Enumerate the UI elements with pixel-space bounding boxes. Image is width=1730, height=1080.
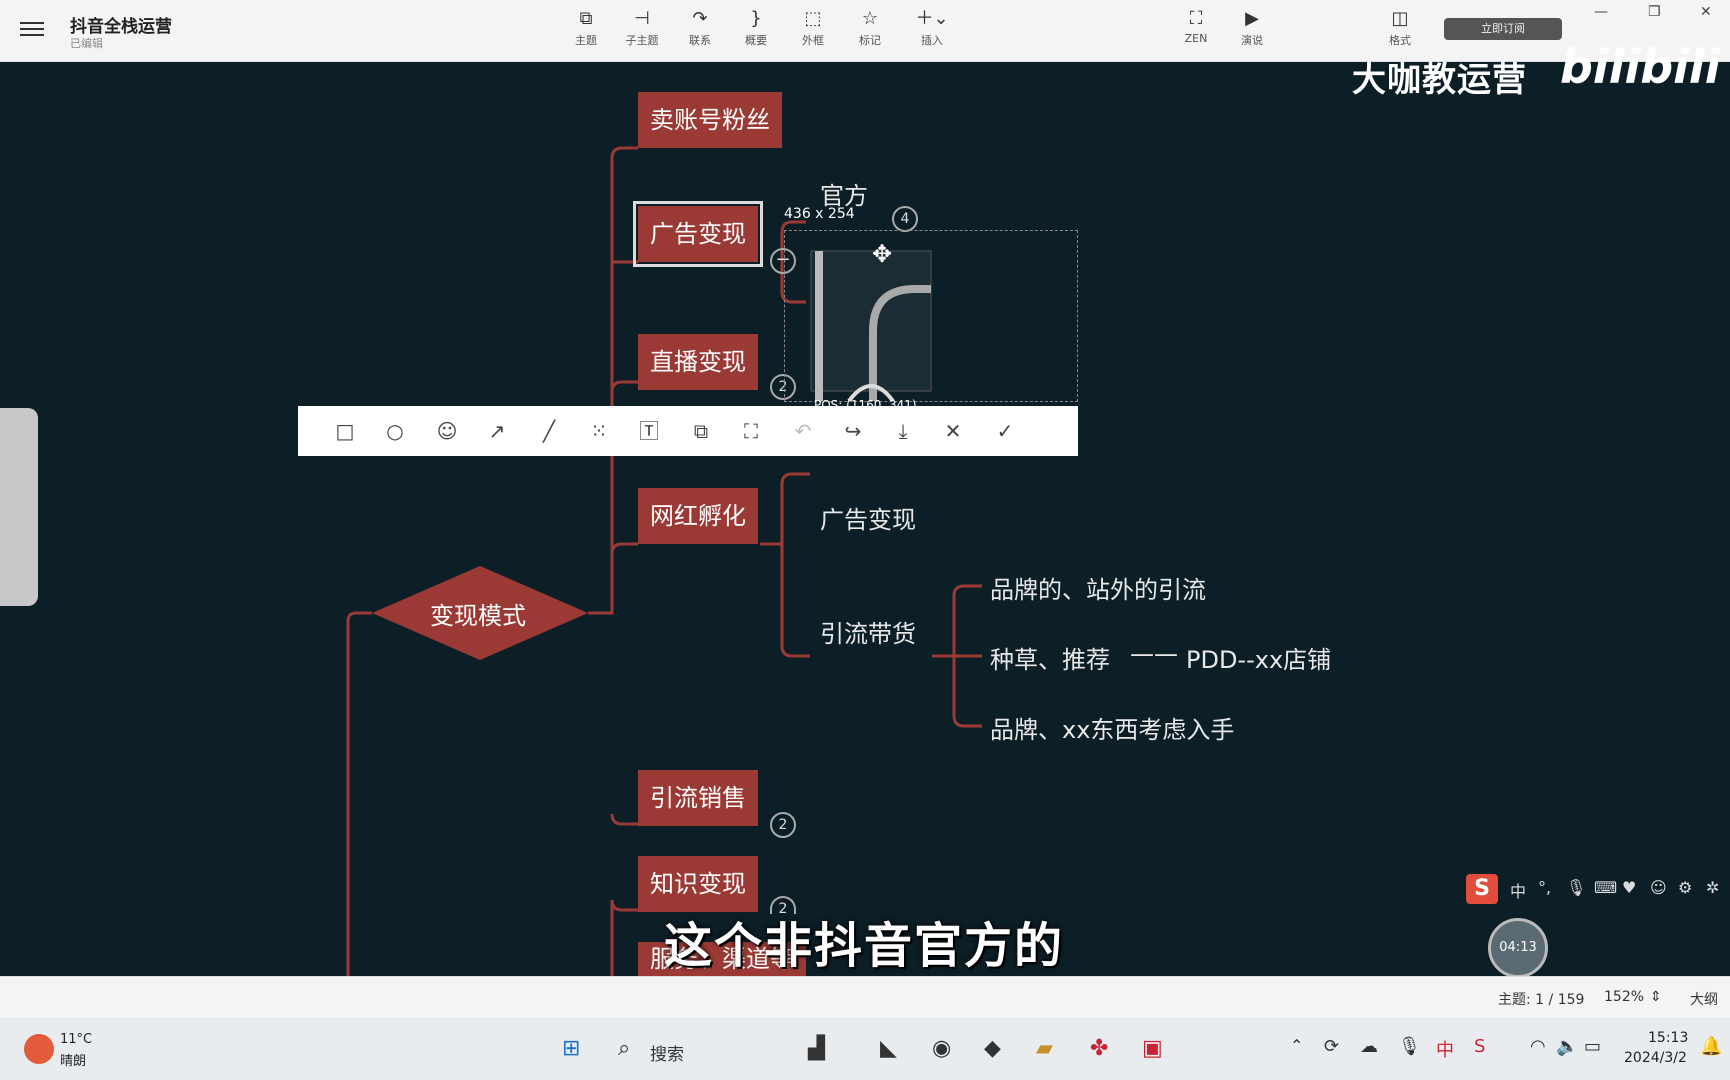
weather-icon[interactable] [24,1034,54,1064]
keyboard-icon[interactable]: ⌨ [1594,878,1617,897]
arrow-icon[interactable]: ↗ [484,418,510,444]
share-icon[interactable]: ↪ [840,418,866,444]
emoticon-icon[interactable]: ☺ [1650,878,1667,897]
zoom-stepper-icon[interactable]: ⇕ [1650,989,1662,1005]
close-icon[interactable]: ✕ [940,418,966,444]
topic-influencer-incubation[interactable]: 网红孵化 [638,488,758,544]
ellipse-icon[interactable]: ○ [382,418,408,444]
subtopic-brand-consider[interactable]: 品牌、xx东西考虑入手 [990,710,1234,745]
settings-icon[interactable]: ✲ [1706,878,1719,897]
text-icon[interactable]: 🅃 [636,418,662,444]
tray-cloud-icon[interactable]: ☁ [1360,1036,1378,1057]
mosaic-icon[interactable]: ⁙ [586,418,612,444]
ime-toolbar: S 中 °, 🎙 ⌨ ♥ ☺ ⚙ ✲ [1466,874,1730,906]
video-subtitle: 这个非抖音官方的 [664,918,1065,974]
undo-icon[interactable]: ↶ [790,418,816,444]
confirm-icon[interactable]: ✓ [992,418,1018,444]
topic-live-monetization[interactable]: 直播变现 [638,334,758,390]
volume-icon[interactable]: 🔈 [1556,1036,1578,1057]
topic-traffic-sales[interactable]: 引流销售 [638,770,758,826]
app-presentation-icon[interactable]: ▣ [1142,1036,1163,1061]
rectangle-icon[interactable]: □ [332,418,358,444]
capture-region[interactable] [784,230,1078,403]
root-topic-label: 变现模式 [430,602,526,630]
pen-icon[interactable]: ╱ [536,418,562,444]
app-chat-icon[interactable]: ◉ [932,1036,951,1061]
topic-count: 主题: 1 / 159 [1498,992,1585,1008]
subtopic-ad-monetization[interactable]: 广告变现 [820,500,916,535]
skin-icon[interactable]: ♥ [1622,878,1636,897]
notification-bell-icon[interactable]: 🔔 [1700,1036,1722,1057]
status-bar: 主题: 1 / 159 152% ⇕ 大纲 [0,976,1730,1018]
subtopic-traffic-goods[interactable]: 引流带货 [820,614,916,649]
subtopic-brand-traffic[interactable]: 品牌的、站外的引流 [990,570,1206,605]
sogou-logo-icon[interactable]: S [1466,874,1498,904]
collapse-count-badge[interactable]: 4 [892,206,918,232]
app-files-icon[interactable]: ◣ [880,1036,897,1061]
clock-date[interactable]: 2024/3/2 [1624,1050,1687,1066]
capture-size-label: 436 x 254 [784,206,855,222]
zoom-level[interactable]: 152% [1604,989,1644,1005]
topic-ad-monetization[interactable]: 广告变现 [633,201,763,267]
tray-chevron-icon[interactable]: ⌃ [1290,1036,1303,1055]
outline-button[interactable]: 大纲 [1690,989,1718,1009]
app-vscode-icon[interactable]: ◆ [984,1036,1001,1061]
topic-sell-account[interactable]: 卖账号粉丝 [638,92,782,148]
microphone-icon[interactable]: 🎙 [1566,878,1586,897]
pin-icon[interactable]: ⧉ [688,418,714,444]
topic-knowledge-monetization[interactable]: 知识变现 [638,856,758,912]
recording-timer[interactable]: 04:13 [1488,918,1548,978]
tools-icon[interactable]: ⚙ [1678,878,1692,897]
ime-mode[interactable]: 中 [1510,878,1526,902]
collapse-count-badge[interactable]: 2 [770,812,796,838]
move-cursor-icon: ✥ [872,240,893,268]
weather-temp: 11°C [60,1032,93,1047]
ime-punct[interactable]: °, [1538,878,1551,897]
tray-sync-icon[interactable]: ⟳ [1324,1036,1339,1057]
subtopic-pdd-store[interactable]: PDD--xx店铺 [1186,640,1331,675]
tray-ime-icon[interactable]: 中 [1436,1036,1454,1062]
tray-sogou-icon[interactable]: S [1474,1036,1485,1057]
subtopic-seeding-recommend[interactable]: 种草、推荐 [990,640,1110,675]
emoji-icon[interactable]: ☺ [434,418,460,444]
battery-icon[interactable]: ▭ [1584,1036,1601,1057]
folder-icon[interactable]: ▰ [1036,1036,1053,1061]
search-label[interactable]: 搜索 [650,1040,684,1065]
screenshot-toolbar: □ ○ ☺ ↗ ╱ ⁙ 🅃 ⧉ ⛶ ↶ ↪ ⤓ ✕ ✓ [298,406,1078,456]
capture-preview [810,250,932,403]
start-icon[interactable]: ⊞ [562,1036,580,1061]
app-xmind-icon[interactable]: ✤ [1090,1036,1108,1061]
app-chart-icon[interactable]: ▟ [808,1036,825,1061]
save-icon[interactable]: ⤓ [890,418,916,444]
search-icon[interactable]: ⌕ [618,1036,630,1061]
weather-desc: 晴朗 [60,1054,87,1069]
clock-time[interactable]: 15:13 [1648,1030,1688,1046]
wifi-icon[interactable]: ◠ [1530,1036,1546,1057]
tray-mic-icon[interactable]: 🎙 [1398,1036,1421,1057]
connector-dash: —— [1130,640,1178,668]
ocr-icon[interactable]: ⛶ [738,418,764,444]
taskbar: 11°C 晴朗 ⊞ ⌕ 搜索 ▟ ◣ ◉ ◆ ▰ ✤ ▣ ⌃ ⟳ ☁ 🎙 中 S… [0,1018,1730,1080]
